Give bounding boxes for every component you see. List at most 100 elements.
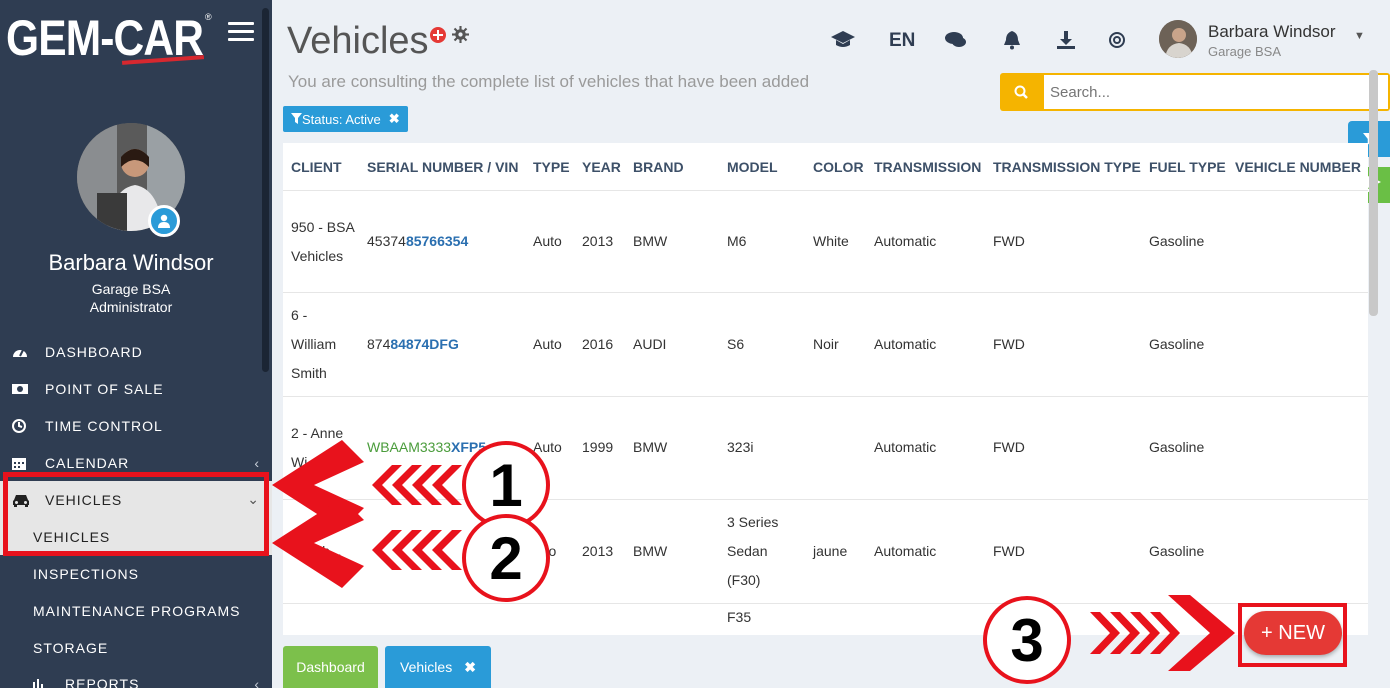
cell-year: 2013 <box>582 233 614 249</box>
sidebar-subitem-storage[interactable]: STORAGE <box>0 629 272 666</box>
page-subtitle: You are consulting the complete list of … <box>288 72 810 91</box>
column-header[interactable]: CLIENT <box>291 159 342 175</box>
tab-dashboard[interactable]: Dashboard <box>283 646 378 688</box>
cell-year: 2013 <box>582 543 614 559</box>
cell-transmission: Automatic <box>874 439 937 455</box>
cell-year: 1999 <box>582 439 614 455</box>
hamburger-menu-icon[interactable] <box>228 22 254 42</box>
header-user-avatar[interactable] <box>1159 20 1197 58</box>
cell-transmission-type: FWD <box>993 233 1025 249</box>
clock-icon <box>0 418 45 433</box>
filter-chip-label: Status: Active <box>302 111 381 127</box>
annotation-step-2: 2 <box>462 514 550 602</box>
bell-icon[interactable] <box>1000 28 1024 52</box>
cell-fuel: Gasoline <box>1149 233 1205 249</box>
filter-icon <box>291 112 302 127</box>
annotation-highlight-sidebar <box>3 472 269 556</box>
cell-model: 3 Series Sedan (F30) <box>727 514 779 588</box>
sidebar-item-time-control[interactable]: TIME CONTROL <box>0 407 272 444</box>
sidebar: GEM-CAR ® Barbara Windsor Garage BSA Adm… <box>0 0 272 688</box>
bar-chart-icon <box>20 678 65 688</box>
column-header[interactable]: TRANSMISSION TYPE <box>993 159 1141 175</box>
annotation-arrows-right <box>1090 595 1235 671</box>
column-header[interactable]: BRAND <box>633 159 684 175</box>
cell-type: Auto <box>533 336 562 352</box>
sidebar-user-garage: Garage BSA <box>91 281 171 297</box>
sidebar-scrollbar[interactable] <box>262 8 269 372</box>
table-row[interactable]: 6 - William Smith 87484874DFG Auto 2016 AU… <box>283 292 1368 396</box>
cell-transmission-type: FWD <box>993 336 1025 352</box>
cell-client: 6 - William Smith <box>291 307 337 381</box>
cell-color: Noir <box>813 336 839 352</box>
cell-transmission-type: FWD <box>993 543 1025 559</box>
search-input[interactable] <box>1044 75 1388 109</box>
column-header[interactable]: TRANSMISSION <box>874 159 981 175</box>
calendar-icon <box>0 456 45 470</box>
column-header[interactable]: MODEL <box>727 159 778 175</box>
cell-transmission: Automatic <box>874 543 937 559</box>
header-user-name[interactable]: Barbara Windsor <box>1208 22 1336 42</box>
add-plus-icon[interactable] <box>430 27 446 43</box>
table-row[interactable]: 950 - BSA Vehicles 4537485766354 Auto 201… <box>283 190 1368 292</box>
cell-type: Auto <box>533 233 562 249</box>
annotation-step-3: 3 <box>983 596 1071 684</box>
cell-fuel: Gasoline <box>1149 336 1205 352</box>
cell-brand: BMW <box>633 439 668 455</box>
annotation-highlight-new <box>1238 603 1347 667</box>
sidebar-item-reports[interactable]: REPORTS ‹ <box>0 665 272 688</box>
cell-vin[interactable]: 4537485766354 <box>367 227 468 256</box>
cell-brand: BMW <box>633 233 668 249</box>
chevron-left-icon: ‹ <box>254 675 260 688</box>
download-icon[interactable] <box>1054 28 1078 52</box>
sidebar-item-label: DASHBOARD <box>45 343 143 360</box>
user-badge-icon[interactable] <box>148 205 180 237</box>
column-header[interactable]: VEHICLE NUMBER <box>1235 159 1361 175</box>
column-header[interactable]: YEAR <box>582 159 621 175</box>
column-header[interactable]: COLOR <box>813 159 864 175</box>
tab-label: Vehicles <box>400 659 453 675</box>
chevron-left-icon: ‹ <box>254 454 260 471</box>
close-tab-icon[interactable]: ✖ <box>464 659 476 676</box>
annotation-arrows-left <box>272 440 462 588</box>
sidebar-item-dashboard[interactable]: DASHBOARD <box>0 333 272 370</box>
remove-filter-icon[interactable]: ✖ <box>389 111 400 127</box>
language-selector[interactable]: EN <box>889 30 915 52</box>
graduation-cap-icon[interactable] <box>831 28 855 52</box>
cell-fuel: Gasoline <box>1149 543 1205 559</box>
settings-gear-icon[interactable] <box>452 26 469 48</box>
cell-color: jaune <box>813 543 848 559</box>
caret-down-icon[interactable]: ▼ <box>1354 30 1365 42</box>
column-header[interactable]: SERIAL NUMBER / VIN <box>367 159 518 175</box>
cell-color: White <box>813 233 849 249</box>
cell-brand: AUDI <box>633 336 667 352</box>
page-title: Vehicles <box>287 20 429 62</box>
sidebar-item-point-of-sale[interactable]: POINT OF SALE <box>0 370 272 407</box>
sidebar-user-role: Administrator <box>89 299 173 315</box>
sidebar-item-label: TIME CONTROL <box>45 417 163 434</box>
search-icon[interactable] <box>1000 73 1042 111</box>
cell-model: M6 <box>727 233 747 249</box>
sidebar-subitem-inspections[interactable]: INSPECTIONS <box>0 555 272 592</box>
cell-year: 2016 <box>582 336 614 352</box>
sidebar-item-label: REPORTS <box>65 675 140 688</box>
cell-transmission-type: FWD <box>993 439 1025 455</box>
sidebar-subitem-maintenance-programs[interactable]: MAINTENANCE PROGRAMS <box>0 592 272 629</box>
sidebar-item-label: CALENDAR <box>45 454 130 471</box>
header-user-garage: Garage BSA <box>1208 44 1281 59</box>
settings-icon[interactable] <box>1105 28 1129 52</box>
main-scrollbar[interactable] <box>1369 70 1378 316</box>
cell-model: 323i <box>727 439 754 455</box>
tab-vehicles[interactable]: Vehicles ✖ <box>385 646 491 688</box>
cell-transmission: Automatic <box>874 336 937 352</box>
chat-icon[interactable] <box>944 28 968 52</box>
status-filter-chip[interactable]: Status: Active ✖ <box>283 106 408 132</box>
column-header[interactable]: FUEL TYPE <box>1149 159 1226 175</box>
column-header[interactable]: TYPE <box>533 159 570 175</box>
cell-fuel: Gasoline <box>1149 439 1205 455</box>
dashboard-icon <box>0 345 45 359</box>
cell-vin[interactable]: 87484874DFG <box>367 330 459 359</box>
search-bar <box>1000 73 1390 111</box>
cell-brand: BMW <box>633 543 668 559</box>
sidebar-user-name: Barbara Windsor <box>48 250 214 275</box>
cell-transmission: Automatic <box>874 233 937 249</box>
